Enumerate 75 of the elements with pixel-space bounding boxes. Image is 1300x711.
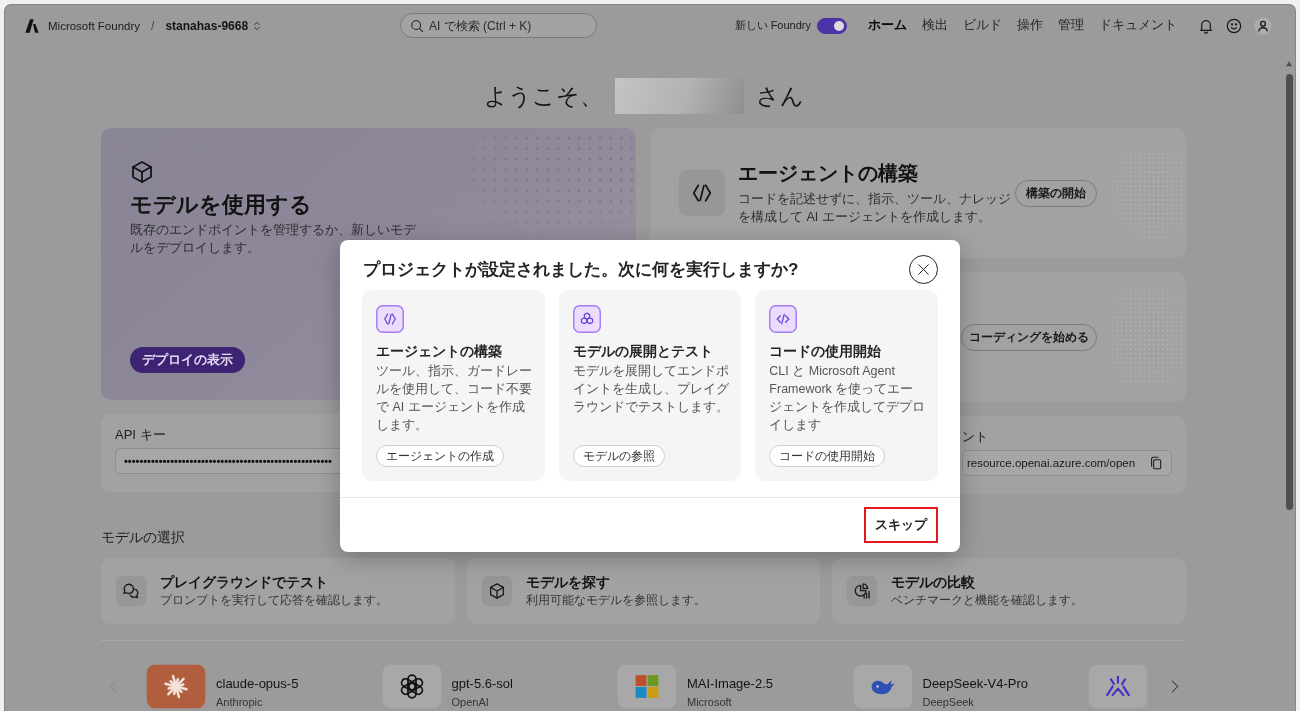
model-publisher: Microsoft xyxy=(687,695,733,709)
api-key-field[interactable]: •••••••••••••••••••••••••••••••••••••••••••••••••••••• xyxy=(115,448,340,474)
knot-logo-icon xyxy=(381,664,442,709)
model-publisher: DeepSeek xyxy=(922,695,975,709)
welcome-text: ようこそ、 xyxy=(483,81,603,111)
code-brackets-icon xyxy=(678,169,726,217)
card-title: プレイグラウンドでテスト xyxy=(160,573,329,592)
card-description: CLI と Microsoft Agent Framework を使ってエージェントを作成してデプロイします xyxy=(769,363,926,434)
four-squares-logo-icon xyxy=(617,664,677,709)
toggle-switch[interactable] xyxy=(817,17,847,34)
breadcrumb-separator: / xyxy=(151,18,155,33)
card-title: モデルの比較 xyxy=(891,573,977,592)
scrollbar-thumb[interactable] xyxy=(1285,74,1293,510)
model-name[interactable]: claude-opus-5 xyxy=(216,676,299,692)
model-publisher: OpenAI xyxy=(451,695,490,709)
model-publisher: Anthropic xyxy=(216,695,264,709)
option-button[interactable]: コードの使用開始 xyxy=(769,445,886,467)
code-icon xyxy=(769,305,798,333)
search-icon xyxy=(410,18,424,33)
cubes-icon xyxy=(572,305,601,333)
card-title: コードの使用開始 xyxy=(769,343,882,360)
logo-icon[interactable] xyxy=(24,17,40,34)
model-name[interactable]: DeepSeek-V4-Pro xyxy=(922,676,1028,692)
model-name[interactable]: MAI-Image-2.5 xyxy=(687,676,773,692)
nav-tab[interactable]: 操作 xyxy=(1017,17,1043,34)
pie-chart-icon xyxy=(846,575,879,607)
card-description: モデルを展開してエンドポイントを生成し、プレイグラウンドでテストします。 xyxy=(572,363,730,416)
nav-tab[interactable]: 検出 xyxy=(922,17,948,34)
search-field[interactable]: AI で検索 (Ctrl + K) xyxy=(400,13,597,38)
card-title: モデルの展開とテスト xyxy=(572,343,713,360)
smiley-icon[interactable] xyxy=(1226,17,1242,34)
whale-logo-icon xyxy=(852,664,913,709)
dialog-title: プロジェクトが設定されました。次に何を実行しますか? xyxy=(363,258,800,281)
nav-tab[interactable]: 管理 xyxy=(1058,17,1084,34)
rays-logo-icon xyxy=(1088,664,1148,709)
card-description: コードを記述せずに、指示、ツール、ナレッジを構成して AI エージェントを作成します。 xyxy=(738,191,1012,226)
option-button[interactable]: エージェントの作成 xyxy=(376,445,504,467)
cube-icon xyxy=(130,160,154,184)
bell-icon[interactable] xyxy=(1198,17,1214,34)
option-button[interactable]: モデルの参照 xyxy=(572,445,665,467)
chevron-updown-icon xyxy=(252,20,263,31)
endpoint-field[interactable]: resource.openai.azure.com/open xyxy=(962,450,1172,476)
skip-button[interactable]: スキップ xyxy=(864,507,938,543)
card-description: ベンチマークと機能を確認します。 xyxy=(891,592,1084,609)
user-avatar-icon[interactable] xyxy=(1254,16,1272,35)
nav-tab[interactable]: ホーム xyxy=(868,17,907,34)
model-name[interactable]: gpt-5.6-sol xyxy=(451,676,513,692)
card-title: エージェントの構築 xyxy=(376,343,502,360)
card-title: モデルを探す xyxy=(525,573,611,592)
card-description: ツール、指示、ガードレールを使用して、コード不要で AI エージェントを作成します。 xyxy=(376,363,533,434)
welcome-suffix: さん xyxy=(755,81,804,111)
project-selector[interactable]: stanahas-9668 xyxy=(165,18,263,33)
card-title: モデルを使用する xyxy=(130,191,312,219)
scroll-up-arrow-icon[interactable] xyxy=(1285,60,1293,68)
nav-tab[interactable]: ビルド xyxy=(963,17,1002,34)
field-label: API キー xyxy=(115,427,167,443)
card-title: エージェントの構築 xyxy=(738,161,919,186)
starburst-logo-icon xyxy=(146,664,206,709)
close-icon xyxy=(917,262,930,276)
code-brackets-icon xyxy=(376,305,404,333)
deploy-button[interactable]: デプロイの表示 xyxy=(130,347,245,373)
chat-bubbles-icon xyxy=(115,575,147,607)
section-title: モデルの選択 xyxy=(101,528,185,547)
field-label: ント xyxy=(962,429,989,445)
brand-name[interactable]: Microsoft Foundry xyxy=(48,19,141,32)
action-card[interactable]: プレイグラウンドでテスト プロンプトを実行して応答を確認します。 xyxy=(101,558,455,624)
cube-icon xyxy=(480,575,513,607)
nav-tab[interactable]: ドキュメント xyxy=(1099,17,1177,34)
copy-icon[interactable] xyxy=(1149,456,1163,470)
action-card[interactable]: モデルの比較 ベンチマークと機能を確認します。 xyxy=(832,558,1186,624)
card-description: 既存のエンドポイントを管理するか、新しいモデルをデプロイします。 xyxy=(130,222,418,257)
toggle-label: 新しい Foundry xyxy=(734,18,811,33)
card-description: 利用可能なモデルを参照します。 xyxy=(525,592,706,609)
card-description: プロンプトを実行して応答を確認します。 xyxy=(160,592,388,609)
action-card[interactable]: モデルを探す 利用可能なモデルを参照します。 xyxy=(466,558,821,624)
